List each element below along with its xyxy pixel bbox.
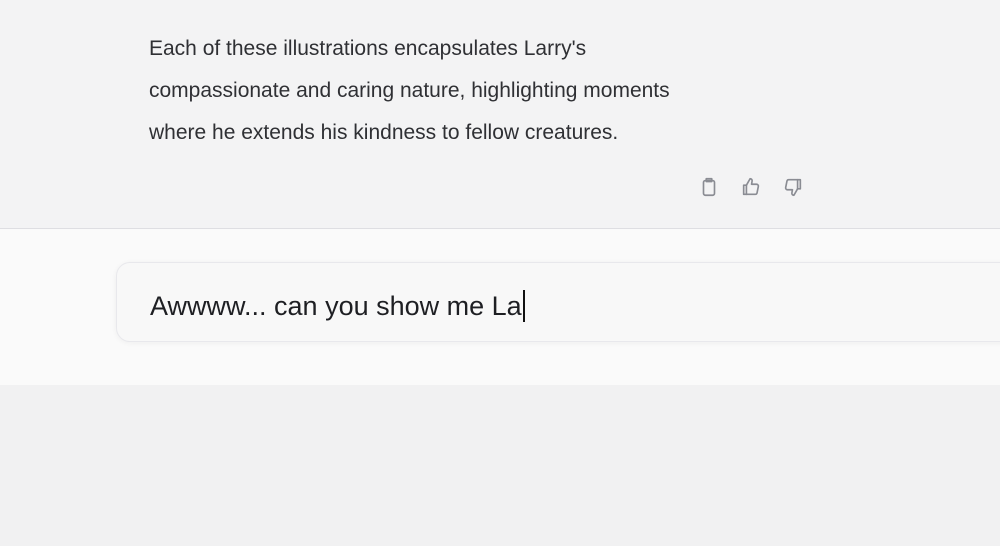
assistant-message-line: compassionate and caring nature, highlig… [149,79,670,102]
assistant-message-line: Each of these illustrations encapsulates… [149,37,587,60]
thumbs-down-icon [782,176,804,198]
chat-page: Each of these illustrations encapsulates… [0,0,1000,546]
thumbs-up-icon [740,176,762,198]
thumbs-up-button[interactable] [738,174,764,200]
thumbs-down-button[interactable] [780,174,806,200]
text-cursor [522,290,525,322]
assistant-message: Each of these illustrations encapsulates… [149,28,789,154]
clipboard-icon [698,176,720,198]
message-actions [696,174,806,200]
copy-button[interactable] [696,174,722,200]
message-input[interactable]: Awwww... can you show me La [116,262,1000,342]
assistant-message-line: where he extends his kindness to fellow … [149,121,619,144]
message-input-value: Awwww... can you show me La [150,290,522,321]
composer-area: Awwww... can you show me La [0,229,1000,385]
bottom-area [0,385,1000,546]
message-input-text[interactable]: Awwww... can you show me La [150,290,525,322]
message-area: Each of these illustrations encapsulates… [0,0,1000,229]
